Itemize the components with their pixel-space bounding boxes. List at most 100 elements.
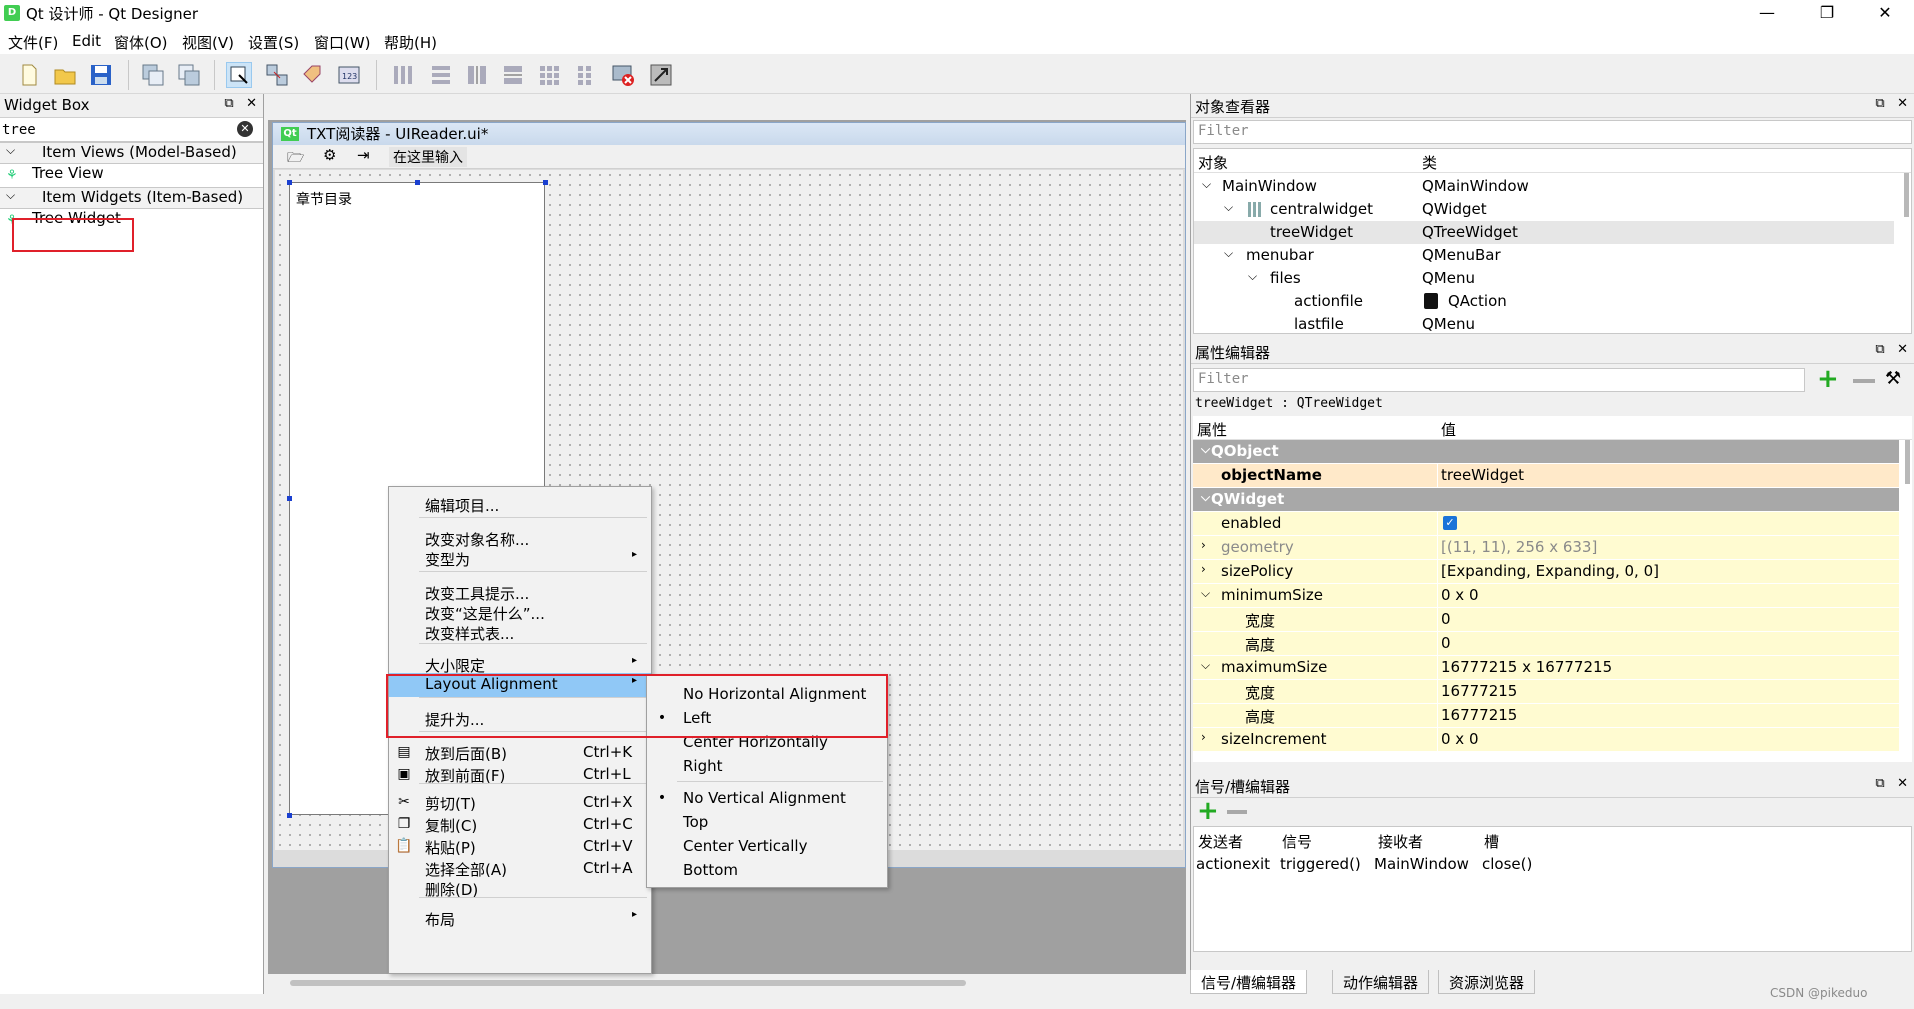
close-dock-icon[interactable]: ✕ — [1897, 776, 1908, 791]
property-row[interactable]: enabled ✓ — [1193, 512, 1899, 536]
float-icon[interactable]: ⧉ — [1875, 776, 1884, 791]
tab-signal-slot-editor[interactable]: 信号/槽编辑器 — [1190, 970, 1308, 994]
tab-action-editor[interactable]: 动作编辑器 — [1332, 970, 1430, 994]
resize-handle[interactable] — [415, 180, 420, 185]
chevron-down-icon[interactable]: ⌵ — [1201, 490, 1210, 505]
resize-handle[interactable] — [287, 813, 292, 818]
property-row[interactable]: 宽度 0 — [1193, 608, 1899, 632]
context-menu-item[interactable]: ▤ 放到后面(B) Ctrl+K — [389, 741, 651, 765]
remove-connection-icon[interactable] — [1227, 810, 1247, 814]
break-layout-icon[interactable] — [610, 62, 636, 88]
float-icon[interactable]: ⧉ — [1875, 96, 1884, 111]
property-row[interactable]: › sizeIncrement 0 x 0 — [1193, 728, 1899, 752]
minimize-button[interactable]: — — [1744, 0, 1790, 28]
close-dock-icon[interactable]: ✕ — [246, 96, 257, 111]
close-dock-icon[interactable]: ✕ — [1897, 96, 1908, 111]
tree-row-lastfile[interactable]: lastfile QMenu — [1194, 313, 1894, 333]
context-menu-item[interactable]: ❐ 复制(C) Ctrl+C — [389, 813, 651, 837]
widget-search-input[interactable] — [2, 120, 230, 140]
property-row[interactable]: 高度 0 — [1193, 632, 1899, 656]
vertical-scrollbar[interactable] — [1905, 440, 1910, 484]
chevron-right-icon[interactable]: › — [1201, 730, 1206, 744]
property-value[interactable]: 0 — [1441, 610, 1451, 628]
edit-widgets-icon[interactable] — [226, 62, 252, 88]
alignment-option[interactable]: Right — [647, 755, 887, 779]
vertical-scrollbar[interactable] — [1904, 173, 1909, 217]
tab-resource-browser[interactable]: 资源浏览器 — [1438, 970, 1536, 994]
open-file-icon[interactable] — [52, 62, 78, 88]
category-item-views[interactable]: ⌵ Item Views (Model-Based) — [0, 142, 263, 164]
exit-icon[interactable]: ⇥ — [357, 146, 370, 164]
connection-receiver[interactable]: MainWindow — [1374, 855, 1469, 873]
property-value[interactable]: 0 x 0 — [1441, 730, 1479, 748]
new-file-icon[interactable] — [16, 62, 42, 88]
float-icon[interactable]: ⧉ — [224, 96, 233, 111]
menu-settings[interactable]: 设置(S) — [248, 32, 299, 53]
edit-buddies-icon[interactable] — [300, 62, 326, 88]
tree-row-files[interactable]: ⌵ files QMenu — [1194, 267, 1894, 290]
tree-row-actionfile[interactable]: actionfile QAction — [1194, 290, 1894, 313]
context-menu-item[interactable]: ✂ 剪切(T) Ctrl+X — [389, 791, 651, 815]
context-menu-item[interactable]: ▣ 放到前面(F) Ctrl+L — [389, 763, 651, 787]
configure-icon[interactable]: ⚒ — [1885, 368, 1901, 389]
property-value[interactable]: 16777215 — [1441, 682, 1517, 700]
chevron-right-icon[interactable]: › — [1201, 538, 1206, 552]
remove-property-icon[interactable] — [1853, 379, 1875, 383]
property-row[interactable]: ⌵ QWidget — [1193, 488, 1899, 512]
property-row[interactable]: › sizePolicy [Expanding, Expanding, 0, 0] — [1193, 560, 1899, 584]
edit-signals-slots-icon[interactable] — [264, 62, 290, 88]
property-value[interactable]: treeWidget — [1441, 466, 1524, 484]
close-button[interactable]: ✕ — [1862, 0, 1908, 28]
layout-horizontal-icon[interactable] — [390, 62, 416, 88]
menu-file[interactable]: 文件(F) — [8, 32, 58, 53]
property-row[interactable]: 高度 16777215 — [1193, 704, 1899, 728]
chevron-down-icon[interactable]: ⌵ — [1201, 586, 1210, 601]
layout-vertical-icon[interactable] — [428, 62, 454, 88]
tree-row-treewidget-selected[interactable]: treeWidget QTreeWidget — [1194, 221, 1894, 244]
add-property-icon[interactable]: + — [1817, 366, 1839, 392]
resize-handle[interactable] — [287, 496, 292, 501]
alignment-option[interactable]: Center Vertically — [647, 835, 887, 859]
connection-signal[interactable]: triggered() — [1280, 855, 1361, 873]
menu-view[interactable]: 视图(V) — [182, 32, 234, 53]
property-value[interactable]: [(11, 11), 256 x 633] — [1441, 538, 1597, 556]
alignment-option[interactable]: Top — [647, 811, 887, 835]
layout-grid-icon[interactable] — [536, 62, 562, 88]
property-filter-input[interactable]: Filter — [1193, 368, 1805, 392]
context-menu-item[interactable]: 编辑项目... — [389, 493, 651, 517]
object-filter-input[interactable]: Filter — [1193, 120, 1912, 144]
menu-help[interactable]: 帮助(H) — [384, 32, 437, 53]
layout-form-icon[interactable] — [572, 62, 598, 88]
chevron-down-icon[interactable]: ⌵ — [1201, 442, 1210, 457]
float-icon[interactable]: ⧉ — [1875, 342, 1884, 357]
close-dock-icon[interactable]: ✕ — [1897, 342, 1908, 357]
property-value[interactable]: 0 — [1441, 634, 1451, 652]
property-value[interactable]: [Expanding, Expanding, 0, 0] — [1441, 562, 1659, 580]
property-value[interactable]: 0 x 0 — [1441, 586, 1479, 604]
add-connection-icon[interactable]: + — [1197, 798, 1219, 824]
context-menu-item[interactable]: 改变样式表... — [389, 621, 651, 645]
chevron-down-icon[interactable]: ⌵ — [1201, 658, 1210, 673]
context-menu-item[interactable]: 变型为 ▸ — [389, 547, 651, 571]
alignment-option[interactable]: • No Vertical Alignment — [647, 787, 887, 811]
connection-slot[interactable]: close() — [1482, 855, 1532, 873]
widget-tree-view[interactable]: ⚘ Tree View — [0, 164, 263, 187]
property-row[interactable]: ⌵ maximumSize 16777215 x 16777215 — [1193, 656, 1899, 680]
send-to-back-icon[interactable] — [140, 62, 166, 88]
property-value[interactable]: 16777215 — [1441, 706, 1517, 724]
clear-search-icon[interactable]: ✕ — [237, 121, 253, 137]
context-menu-item[interactable]: 布局 ▸ — [389, 907, 651, 931]
gear-icon[interactable]: ⚙ — [323, 146, 336, 164]
folder-open-icon[interactable]: 🗁 — [287, 147, 304, 171]
property-value[interactable]: 16777215 x 16777215 — [1441, 658, 1612, 676]
property-row[interactable]: › geometry [(11, 11), 256 x 633] — [1193, 536, 1899, 560]
tree-row-mainwindow[interactable]: ⌵ MainWindow QMainWindow — [1194, 175, 1894, 198]
tree-row-centralwidget[interactable]: ⌵ centralwidget QWidget — [1194, 198, 1894, 221]
alignment-option[interactable]: Bottom — [647, 859, 887, 883]
chevron-right-icon[interactable]: › — [1201, 562, 1206, 576]
edit-tab-order-icon[interactable]: 123 — [336, 62, 362, 88]
layout-h-splitter-icon[interactable] — [464, 62, 490, 88]
property-row[interactable]: ⌵ minimumSize 0 x 0 — [1193, 584, 1899, 608]
tree-row-menubar[interactable]: ⌵ menubar QMenuBar — [1194, 244, 1894, 267]
menu-form[interactable]: 窗体(O) — [114, 32, 168, 53]
